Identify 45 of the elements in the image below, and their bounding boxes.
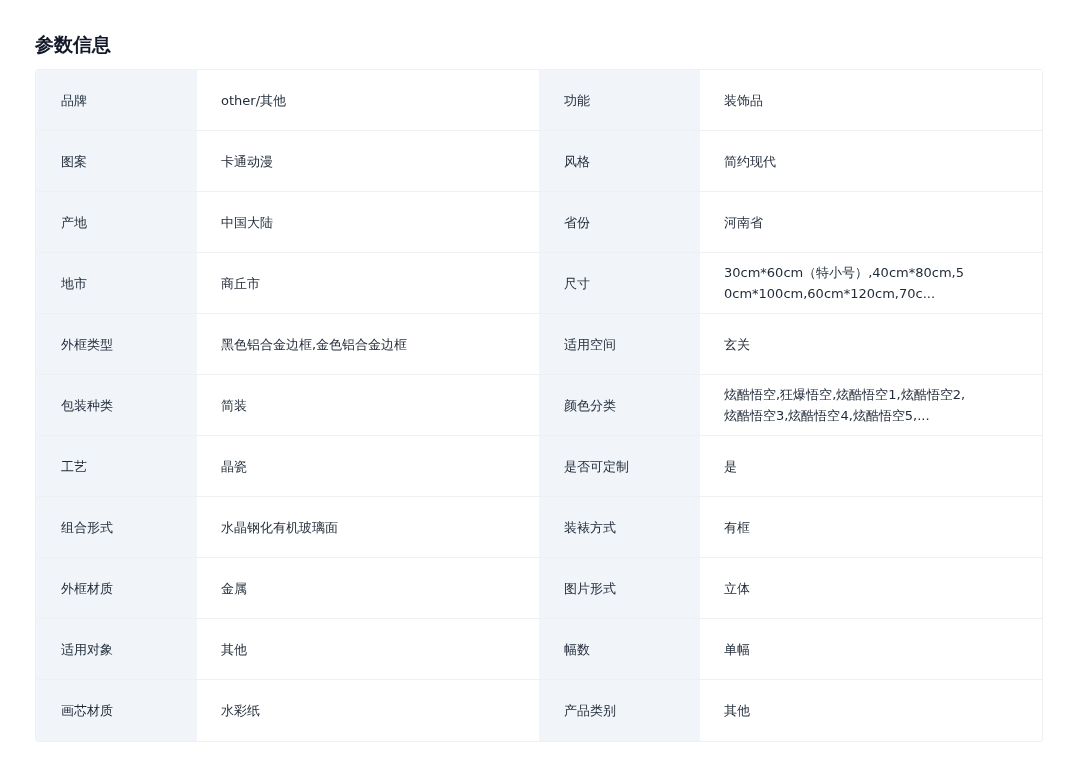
parameter-value: 简装 bbox=[221, 396, 247, 415]
parameter-label: 风格 bbox=[564, 152, 590, 171]
parameter-label: 幅数 bbox=[564, 640, 590, 659]
parameter-label: 尺寸 bbox=[564, 274, 590, 293]
parameter-label: 装裱方式 bbox=[564, 518, 616, 537]
parameter-label: 图片形式 bbox=[564, 579, 616, 598]
parameter-value: 是 bbox=[724, 457, 737, 476]
parameter-label: 适用空间 bbox=[564, 335, 616, 354]
parameter-value: 卡通动漫 bbox=[221, 152, 273, 171]
parameter-label: 工艺 bbox=[61, 457, 87, 476]
parameter-value: 金属 bbox=[221, 579, 247, 598]
parameter-value: 河南省 bbox=[724, 213, 763, 232]
parameter-value: 商丘市 bbox=[221, 274, 260, 293]
parameter-label: 图案 bbox=[61, 152, 87, 171]
parameter-label: 是否可定制 bbox=[564, 457, 629, 476]
section-title: 参数信息 bbox=[35, 32, 112, 57]
parameter-value: 玄关 bbox=[724, 335, 750, 354]
parameter-label: 产品类别 bbox=[564, 702, 616, 720]
parameter-value: 水彩纸 bbox=[221, 702, 260, 720]
parameter-label: 功能 bbox=[564, 91, 590, 110]
parameter-value: 中国大陆 bbox=[221, 213, 273, 232]
parameter-label: 地市 bbox=[61, 274, 87, 293]
parameter-label: 外框材质 bbox=[61, 579, 113, 598]
parameter-value: 晶瓷 bbox=[221, 457, 247, 476]
parameter-label: 包装种类 bbox=[61, 396, 113, 415]
parameter-label: 适用对象 bbox=[61, 640, 113, 659]
parameter-value: 水晶钢化有机玻璃面 bbox=[221, 518, 338, 537]
parameter-label: 颜色分类 bbox=[564, 396, 616, 415]
parameter-label: 品牌 bbox=[61, 91, 87, 110]
parameter-label: 外框类型 bbox=[61, 335, 113, 354]
parameter-label: 画芯材质 bbox=[61, 702, 113, 720]
parameter-value: 其他 bbox=[724, 702, 750, 720]
parameter-value: 单幅 bbox=[724, 640, 750, 659]
parameter-value: 炫酷悟空,狂爆悟空,炫酷悟空1,炫酷悟空2,炫酷悟空3,炫酷悟空4,炫酷悟空5,... bbox=[724, 386, 967, 425]
parameter-value: 30cm*60cm（特小号）,40cm*80cm,50cm*100cm,60cm*120cm,70c... bbox=[724, 264, 965, 303]
parameter-value: 黑色铝合金边框,金色铝合金边框 bbox=[221, 335, 408, 354]
parameter-value: 其他 bbox=[221, 640, 247, 659]
parameter-label: 省份 bbox=[564, 213, 590, 232]
parameter-value: other/其他 bbox=[221, 91, 286, 110]
parameter-value: 装饰品 bbox=[724, 91, 763, 110]
parameter-value: 简约现代 bbox=[724, 152, 776, 171]
parameter-value: 有框 bbox=[724, 518, 750, 537]
parameter-label: 产地 bbox=[61, 213, 87, 232]
parameter-label: 组合形式 bbox=[61, 518, 113, 537]
parameter-value: 立体 bbox=[724, 579, 750, 598]
